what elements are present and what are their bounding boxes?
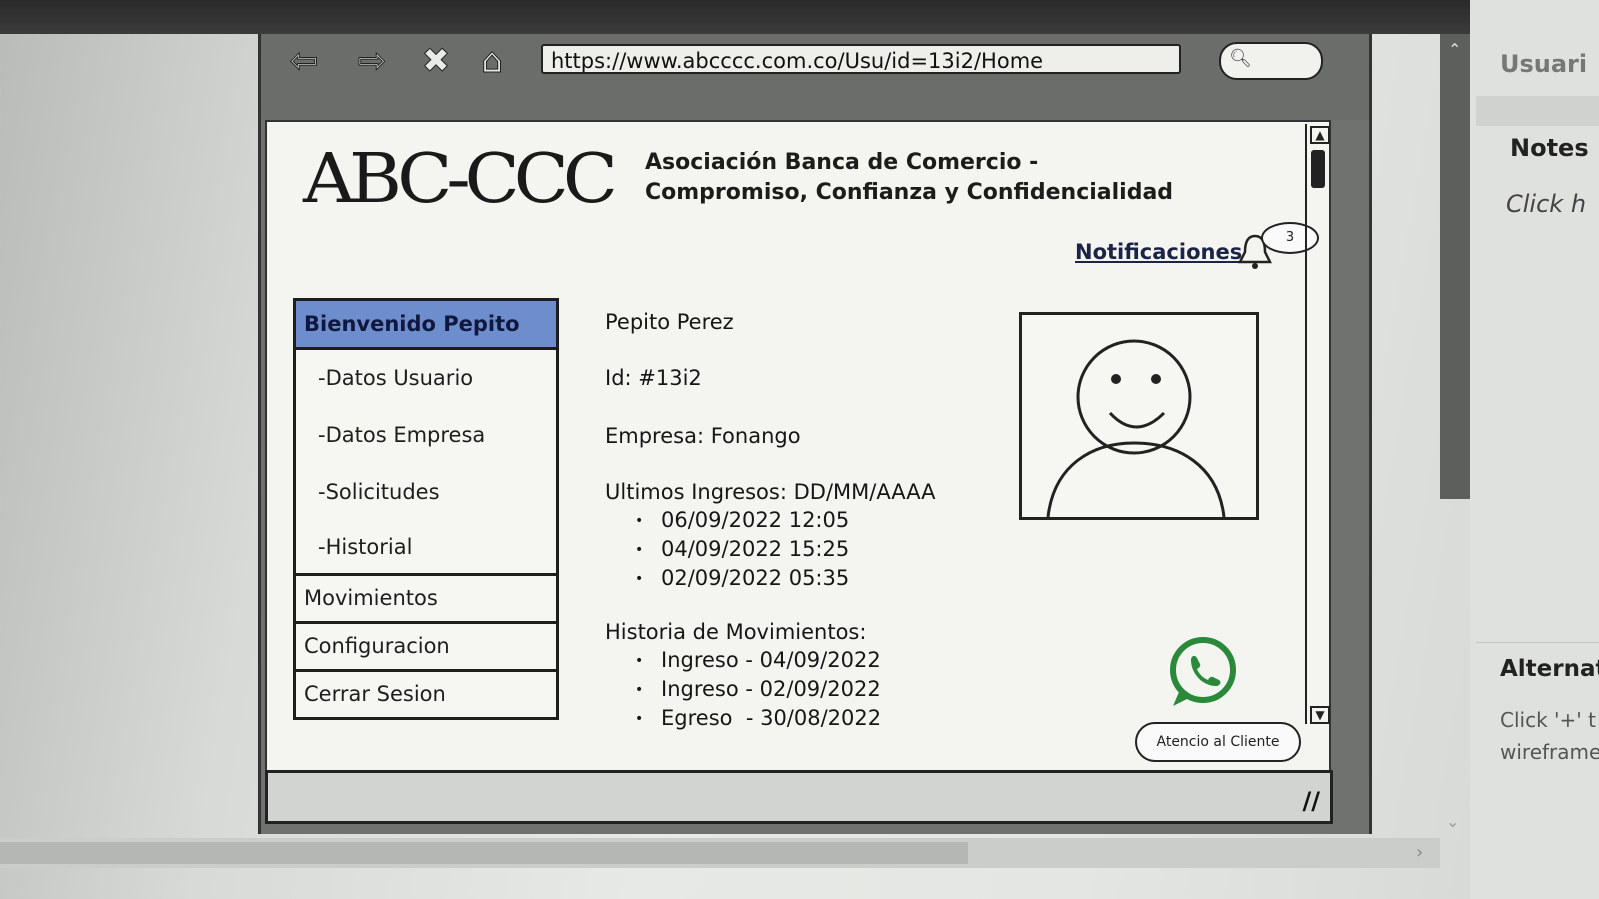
chevron-right-icon[interactable]: › bbox=[1416, 842, 1423, 863]
history-list: • Ingreso - 04/09/2022 • Ingreso - 02/09/2… bbox=[635, 646, 881, 733]
customer-service-button[interactable]: Atencio al Cliente bbox=[1135, 722, 1301, 762]
org-line-1: Asociación Banca de Comercio - bbox=[645, 150, 1039, 175]
browser-window: ⇦ ⇨ ✖ ⌂ https://www.abcccc.com.co/Usu/id… bbox=[258, 34, 1372, 834]
list-item: • Ingreso - 02/09/2022 bbox=[635, 677, 881, 701]
organization-name: Asociación Banca de Comercio - Compromis… bbox=[645, 148, 1173, 208]
org-line-2: Compromiso, Confianza y Confidencialidad bbox=[645, 180, 1174, 205]
browser-toolbar: ⇦ ⇨ ✖ ⌂ https://www.abcccc.com.co/Usu/id… bbox=[261, 34, 1369, 120]
status-bar: // bbox=[265, 770, 1333, 824]
user-name: Pepito Perez bbox=[605, 310, 734, 334]
close-icon[interactable]: ✖ bbox=[411, 42, 461, 81]
chevron-down-icon[interactable]: ⌄ bbox=[1446, 812, 1459, 831]
list-item: • Ingreso - 04/09/2022 bbox=[635, 648, 881, 672]
list-item: • 02/09/2022 05:35 bbox=[635, 566, 850, 590]
alternates-hint: Click '+' t wireframe bbox=[1500, 708, 1599, 764]
notes-placeholder[interactable]: Click h bbox=[1506, 190, 1586, 218]
alternates-title: Alternat bbox=[1500, 656, 1599, 682]
whatsapp-icon[interactable] bbox=[1165, 636, 1239, 710]
menu-submenu: -Datos Usuario -Datos Empresa -Solicitud… bbox=[293, 350, 559, 573]
last-logins-list: • 06/09/2022 12:05 • 04/09/2022 15:25 • 02/… bbox=[635, 506, 849, 593]
last-logins-label: Ultimos Ingresos: DD/MM/AAAA bbox=[605, 480, 936, 504]
menu-item-configuracion[interactable]: Configuracion bbox=[293, 621, 559, 672]
list-item: • Egreso - 30/08/2022 bbox=[635, 706, 882, 730]
menu-item-datos-usuario[interactable]: -Datos Usuario bbox=[296, 350, 556, 407]
panel-divider bbox=[1476, 96, 1599, 126]
top-dark-strip bbox=[0, 0, 1470, 34]
search-input[interactable]: 🔍︎ bbox=[1219, 42, 1323, 80]
logo: ABC-CCC bbox=[303, 138, 618, 218]
user-avatar bbox=[1019, 312, 1259, 520]
menu-welcome-header[interactable]: Bienvenido Pepito bbox=[293, 298, 559, 350]
list-item: • 06/09/2022 12:05 bbox=[635, 508, 850, 532]
hscroll-thumb[interactable] bbox=[0, 842, 968, 864]
scroll-thumb[interactable] bbox=[1311, 150, 1325, 188]
menu-item-cerrar-sesion[interactable]: Cerrar Sesion bbox=[293, 669, 559, 720]
search-icon: 🔍︎ bbox=[1229, 48, 1252, 69]
menu-item-solicitudes[interactable]: -Solicitudes bbox=[296, 464, 556, 521]
url-input[interactable]: https://www.abcccc.com.co/Usu/id=13i2/Ho… bbox=[541, 44, 1181, 74]
back-arrow-icon[interactable]: ⇦ bbox=[279, 42, 329, 81]
scroll-down-icon[interactable]: ▼ bbox=[1310, 706, 1330, 724]
scroll-up-icon[interactable]: ▲ bbox=[1310, 126, 1330, 144]
menu-item-movimientos[interactable]: Movimientos bbox=[293, 573, 559, 624]
history-label: Historia de Movimientos: bbox=[605, 620, 867, 644]
menu-item-datos-empresa[interactable]: -Datos Empresa bbox=[296, 407, 556, 464]
chevron-up-icon[interactable]: ⌃ bbox=[1448, 40, 1461, 59]
home-icon[interactable]: ⌂ bbox=[467, 42, 517, 81]
resize-grip-icon[interactable]: // bbox=[1302, 787, 1320, 815]
horizontal-scrollbar[interactable]: › bbox=[0, 838, 1440, 868]
panel-vertical-scrollbar[interactable]: ⌃ bbox=[1440, 34, 1470, 499]
panel-separator bbox=[1476, 642, 1599, 643]
notes-title: Notes bbox=[1510, 134, 1589, 162]
menu-item-historial[interactable]: -Historial bbox=[296, 521, 556, 573]
vertical-scrollbar[interactable]: ▲ ▼ bbox=[1305, 124, 1330, 724]
forward-arrow-icon[interactable]: ⇨ bbox=[347, 42, 397, 81]
tab-usuario[interactable]: Usuari bbox=[1500, 50, 1587, 78]
side-menu: Bienvenido Pepito -Datos Usuario -Datos … bbox=[293, 298, 559, 720]
notifications-link[interactable]: Notificaciones bbox=[1075, 240, 1242, 264]
user-company: Empresa: Fonango bbox=[605, 424, 801, 448]
user-id: Id: #13i2 bbox=[605, 366, 702, 390]
list-item: • 04/09/2022 15:25 bbox=[635, 537, 850, 561]
page-content: ABC-CCC Asociación Banca de Comercio - C… bbox=[265, 120, 1331, 772]
